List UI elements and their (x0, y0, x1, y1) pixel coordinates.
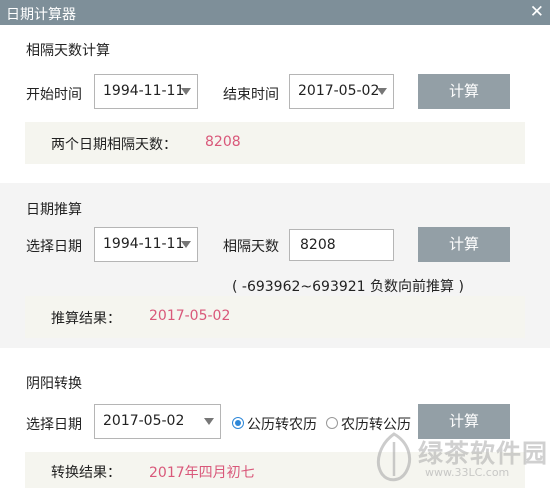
select-date-label: 选择日期 (26, 239, 82, 255)
projection-result-value: 2017-05-02 (149, 308, 231, 324)
chevron-down-icon[interactable] (181, 241, 191, 248)
chevron-down-icon[interactable] (181, 88, 191, 95)
projection-result-label: 推算结果： (51, 311, 121, 327)
days-offset-value: 8208 (300, 237, 336, 253)
title-bar: 日期计算器 ✕ (0, 0, 550, 25)
days-offset-input[interactable]: 8208 (289, 229, 394, 261)
end-date-value: 2017-05-02 (298, 83, 380, 99)
days-result-box: 两个日期相隔天数： 8208 (25, 122, 525, 164)
end-date-combo[interactable]: 2017-05-02 (289, 74, 394, 109)
conversion-result-value: 2017年四月初七 (149, 465, 255, 481)
chevron-down-icon[interactable] (204, 418, 214, 425)
days-offset-label: 相隔天数 (223, 239, 279, 255)
conversion-date-combo[interactable]: 2017-05-02 (94, 404, 221, 439)
conversion-date-value: 2017-05-02 (103, 413, 185, 429)
radio-solar-to-lunar-label[interactable]: 公历转农历 (247, 414, 317, 434)
start-time-label: 开始时间 (26, 87, 82, 103)
conversion-date-label: 选择日期 (26, 417, 82, 433)
projection-date-value: 1994-11-11 (103, 236, 185, 252)
calc-days-button[interactable]: 计算 (418, 74, 510, 109)
chevron-down-icon[interactable] (377, 88, 387, 95)
start-date-combo[interactable]: 1994-11-11 (94, 74, 198, 109)
radio-lunar-to-solar-label[interactable]: 农历转公历 (341, 414, 411, 434)
close-icon[interactable]: ✕ (530, 1, 544, 23)
conversion-result-label: 转换结果： (51, 465, 121, 481)
end-time-label: 结束时间 (223, 87, 279, 103)
conversion-result-box: 转换结果： 2017年四月初七 (25, 452, 525, 488)
calc-projection-button[interactable]: 计算 (418, 227, 510, 262)
window-title: 日期计算器 (6, 7, 76, 23)
projection-result-box: 推算结果： 2017-05-02 (25, 296, 525, 338)
projection-date-combo[interactable]: 1994-11-11 (94, 227, 198, 262)
days-result-value: 8208 (205, 134, 241, 150)
radio-unchecked-icon[interactable] (326, 417, 338, 429)
days-result-label: 两个日期相隔天数： (51, 137, 177, 153)
lunar-conversion-title: 阴阳转换 (26, 376, 82, 392)
date-projection-title: 日期推算 (26, 202, 82, 218)
radio-checked-icon[interactable] (232, 417, 244, 429)
days-between-title: 相隔天数计算 (26, 43, 110, 59)
calc-conversion-button[interactable]: 计算 (418, 404, 510, 439)
start-date-value: 1994-11-11 (103, 83, 185, 99)
range-hint: ( -693962~693921 负数向前推算 ) (232, 279, 464, 295)
